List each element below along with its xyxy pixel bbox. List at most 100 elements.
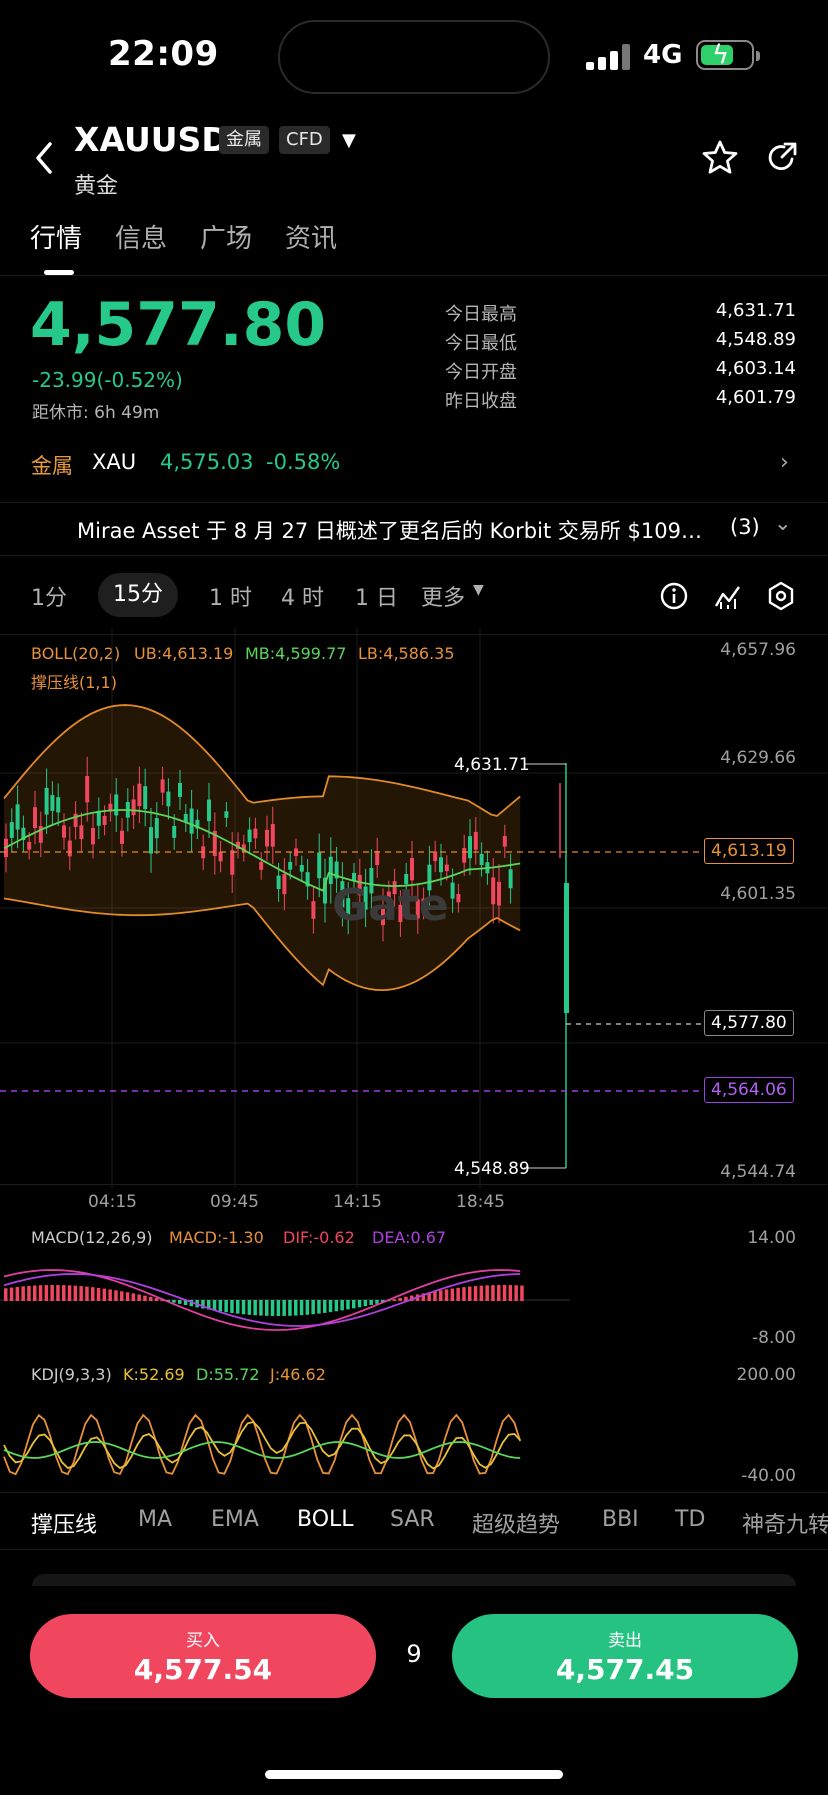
- news-ticker[interactable]: Mirae Asset 于 8 月 27 日概述了更名后的 Korbit 交易所…: [0, 502, 828, 552]
- macd-bar: [131, 1293, 136, 1301]
- candle-body: [183, 814, 188, 822]
- macd-bar: [247, 1300, 252, 1315]
- macd-bar: [33, 1285, 37, 1301]
- tab-news[interactable]: 资讯: [285, 218, 337, 255]
- candle-body: [149, 827, 153, 854]
- macd-bar: [444, 1289, 449, 1301]
- more-dropdown-icon[interactable]: ▼: [473, 582, 484, 598]
- ind-tab-bbi[interactable]: BBI: [602, 1507, 639, 1532]
- buy-price: 4,577.54: [133, 1653, 273, 1686]
- macd-value: MACD:-1.30: [169, 1228, 264, 1247]
- macd-dif: DIF:-0.62: [283, 1228, 355, 1247]
- candle-body: [102, 815, 107, 825]
- candle-body: [114, 794, 119, 816]
- candle-body: [85, 775, 90, 803]
- signal-icon: [586, 44, 630, 70]
- interval-1h[interactable]: 1 时: [209, 580, 252, 612]
- candle-body: [131, 799, 136, 816]
- interval-1m[interactable]: 1分: [31, 580, 67, 612]
- metal-price: 4,575.03: [160, 450, 254, 474]
- battery-icon: ϟ: [696, 40, 760, 70]
- ind-tab-magic9[interactable]: 神奇九转: [742, 1507, 828, 1539]
- macd-bar: [323, 1300, 327, 1313]
- macd-bar: [433, 1291, 437, 1301]
- ind-tab-sr[interactable]: 撑压线: [31, 1507, 97, 1539]
- indicator-icon[interactable]: [713, 582, 743, 614]
- interval-4h[interactable]: 4 时: [281, 580, 324, 612]
- candle-body: [473, 831, 478, 850]
- candle-body: [265, 829, 269, 847]
- back-icon[interactable]: [30, 138, 58, 188]
- tab-square[interactable]: 广场: [200, 218, 252, 255]
- tab-info[interactable]: 信息: [115, 218, 167, 255]
- ind-tab-ma[interactable]: MA: [138, 1507, 172, 1532]
- stat-open-label: 今日开盘: [445, 362, 517, 383]
- candle-body: [508, 869, 513, 889]
- stat-low-label: 今日最低: [445, 333, 517, 354]
- symbol-title: XAUUSD: [74, 120, 229, 159]
- macd-bar: [120, 1291, 124, 1301]
- candle-body: [67, 840, 72, 857]
- news-count: (3): [730, 515, 760, 539]
- candle-body: [62, 825, 66, 838]
- ind-tab-sar[interactable]: SAR: [390, 1507, 435, 1532]
- candle-body: [230, 850, 235, 875]
- macd-bar: [502, 1285, 507, 1301]
- macd-bar: [154, 1298, 159, 1301]
- interval-more[interactable]: 更多: [421, 580, 465, 612]
- macd-bar: [15, 1286, 20, 1301]
- price-axis-4: 4,544.74: [720, 1162, 796, 1182]
- candle-body: [96, 810, 101, 826]
- watermark-text: Gate: [332, 880, 449, 931]
- macd-bar: [479, 1285, 484, 1301]
- candle-body: [44, 787, 49, 815]
- candle-body: [15, 804, 20, 830]
- macd-bar: [172, 1300, 176, 1303]
- candle-body: [56, 797, 61, 813]
- buy-label: 买入: [186, 1631, 220, 1651]
- macd-bar: [4, 1288, 8, 1301]
- macd-bar: [288, 1300, 292, 1316]
- macd-bar: [212, 1300, 217, 1311]
- kdj-label: KDJ(9,3,3): [31, 1365, 112, 1384]
- buy-button[interactable]: 买入 4,577.54: [30, 1614, 376, 1698]
- macd-bar: [50, 1285, 54, 1301]
- support-price-tag: 4,564.06: [704, 1077, 794, 1103]
- candle-body: [439, 857, 443, 873]
- macd-bar: [259, 1300, 263, 1316]
- sell-button[interactable]: 卖出 4,577.45: [452, 1614, 798, 1698]
- interval-15m[interactable]: 15分: [98, 573, 178, 617]
- candle-body: [166, 791, 171, 807]
- settings-icon[interactable]: [767, 581, 795, 615]
- macd-bar: [224, 1300, 228, 1313]
- star-icon[interactable]: [700, 138, 740, 178]
- interval-1d[interactable]: 1 日: [355, 580, 398, 612]
- ind-tab-ema[interactable]: EMA: [211, 1507, 259, 1532]
- chevron-right-icon: ›: [780, 450, 789, 475]
- candle-body: [50, 795, 55, 811]
- metal-symbol: XAU: [92, 450, 137, 474]
- tag-cfd: CFD: [279, 126, 330, 154]
- kdj-j: J:46.62: [270, 1365, 326, 1384]
- macd-bar: [352, 1300, 356, 1309]
- share-icon[interactable]: [762, 138, 802, 178]
- ind-tab-boll[interactable]: BOLL: [297, 1507, 354, 1532]
- macd-bar: [456, 1287, 460, 1301]
- stat-prevclose-value: 4,601.79: [715, 387, 796, 408]
- ind-tab-td[interactable]: TD: [675, 1507, 705, 1532]
- macd-bar: [398, 1297, 402, 1301]
- symbol-dropdown-icon[interactable]: ▼: [342, 130, 356, 151]
- info-icon[interactable]: [660, 582, 688, 614]
- tab-market[interactable]: 行情: [30, 218, 82, 255]
- macd-bar: [218, 1300, 223, 1312]
- macd-bar: [73, 1285, 78, 1301]
- ind-tab-supertrend[interactable]: 超级趋势: [472, 1507, 560, 1539]
- macd-bar: [520, 1285, 524, 1301]
- candle-body: [479, 853, 484, 865]
- candle-body: [288, 861, 293, 870]
- metal-label: 金属: [31, 454, 73, 478]
- candle-body: [79, 825, 84, 840]
- chevron-down-icon[interactable]: ⌄: [774, 511, 792, 535]
- candle-body: [207, 799, 211, 822]
- home-indicator: [265, 1770, 563, 1779]
